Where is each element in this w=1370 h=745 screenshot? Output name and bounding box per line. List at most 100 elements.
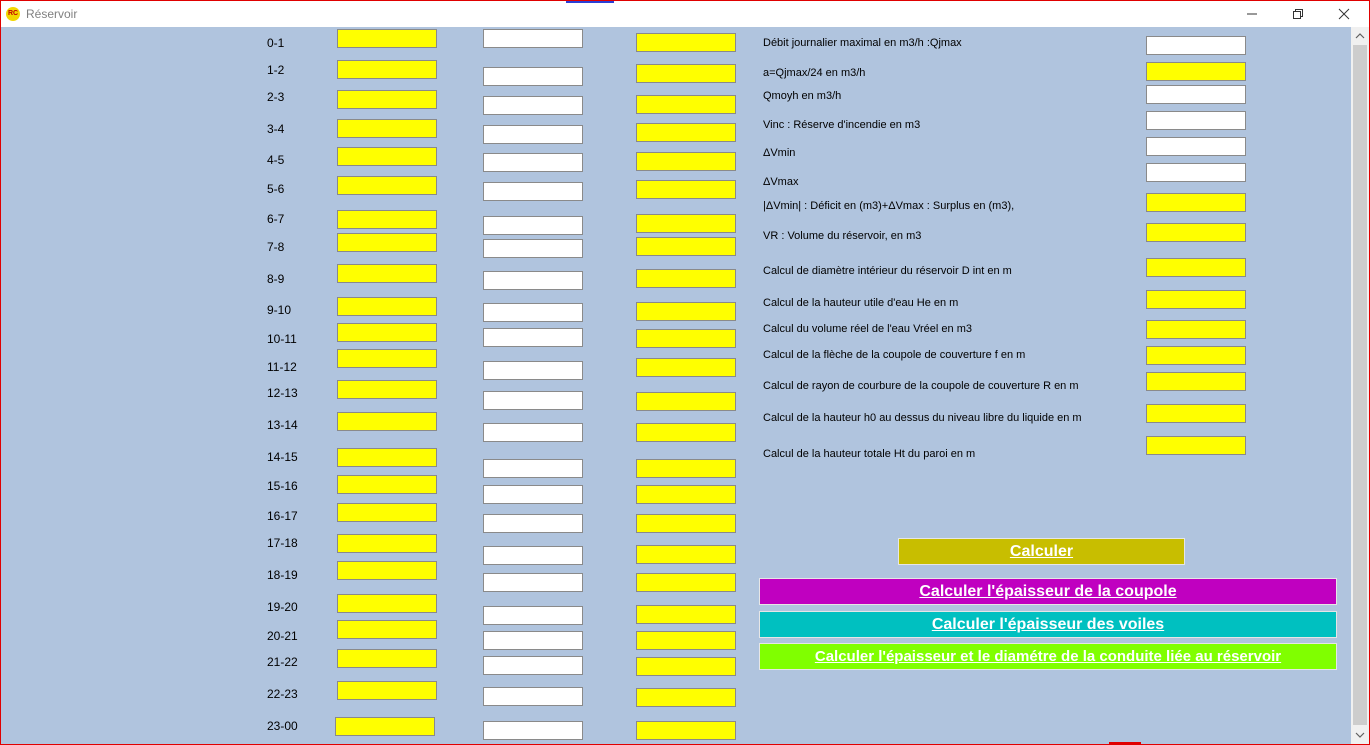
- hour-col3-field[interactable]: [636, 33, 736, 52]
- hour-col2-input[interactable]: [483, 514, 583, 533]
- hour-col1-field[interactable]: [337, 594, 437, 613]
- field-input[interactable]: [1146, 137, 1246, 156]
- hour-col3-field[interactable]: [636, 688, 736, 707]
- hour-col1-field[interactable]: [337, 534, 437, 553]
- hour-col2-input[interactable]: [483, 423, 583, 442]
- hour-col2-input[interactable]: [483, 573, 583, 592]
- hour-col1-field[interactable]: [337, 29, 437, 48]
- hour-col3-field[interactable]: [636, 545, 736, 564]
- hour-col3-field[interactable]: [636, 152, 736, 171]
- hour-col1-field[interactable]: [337, 90, 437, 109]
- hour-col1-field[interactable]: [337, 561, 437, 580]
- hour-col3-field[interactable]: [636, 95, 736, 114]
- field-input[interactable]: [1146, 62, 1246, 81]
- hour-col3-field[interactable]: [636, 485, 736, 504]
- hour-col2-input[interactable]: [483, 67, 583, 86]
- hour-col3-field[interactable]: [636, 180, 736, 199]
- calculer-conduite-button[interactable]: Calculer l'épaisseur et le diamétre de l…: [759, 643, 1337, 670]
- hour-col3-field[interactable]: [636, 392, 736, 411]
- hour-col3-field[interactable]: [636, 214, 736, 233]
- hour-col3-field[interactable]: [636, 573, 736, 592]
- hour-col1-field[interactable]: [337, 681, 437, 700]
- hour-col1-field[interactable]: [337, 297, 437, 316]
- hour-col3-field[interactable]: [636, 64, 736, 83]
- hour-col1-field[interactable]: [337, 60, 437, 79]
- hour-col1-field[interactable]: [337, 503, 437, 522]
- field-input[interactable]: [1146, 111, 1246, 130]
- hour-col3-field[interactable]: [636, 329, 736, 348]
- hour-col2-input[interactable]: [483, 303, 583, 322]
- field-input[interactable]: [1146, 85, 1246, 104]
- hour-col3-field[interactable]: [636, 123, 736, 142]
- field-input[interactable]: [1146, 36, 1246, 55]
- hour-col1-field[interactable]: [337, 475, 437, 494]
- hour-col1-field[interactable]: [337, 620, 437, 639]
- field-input[interactable]: [1146, 258, 1246, 277]
- field-input[interactable]: [1146, 372, 1246, 391]
- hour-col2-input[interactable]: [483, 361, 583, 380]
- vertical-scrollbar[interactable]: [1351, 27, 1369, 744]
- hour-col1-field[interactable]: [337, 210, 437, 229]
- hour-col1-field[interactable]: [337, 119, 437, 138]
- field-input[interactable]: [1146, 163, 1246, 182]
- hour-col3-field[interactable]: [636, 721, 736, 740]
- calculer-voiles-button[interactable]: Calculer l'épaisseur des voiles: [759, 611, 1337, 638]
- hour-col2-input[interactable]: [483, 391, 583, 410]
- hour-col3-field[interactable]: [636, 514, 736, 533]
- restore-button[interactable]: [1275, 1, 1321, 27]
- hour-col1-field[interactable]: [337, 380, 437, 399]
- hour-col1-field[interactable]: [337, 147, 437, 166]
- hour-col2-input[interactable]: [483, 125, 583, 144]
- hour-col3-field[interactable]: [636, 237, 736, 256]
- hour-col3-field[interactable]: [636, 631, 736, 650]
- hour-col2-input[interactable]: [483, 96, 583, 115]
- hour-col1-field[interactable]: [337, 349, 437, 368]
- field-label: VR : Volume du réservoir, en m3: [763, 230, 922, 242]
- field-input[interactable]: [1146, 223, 1246, 242]
- minimize-button[interactable]: [1229, 1, 1275, 27]
- hour-col2-input[interactable]: [483, 546, 583, 565]
- field-input[interactable]: [1146, 320, 1246, 339]
- field-input[interactable]: [1146, 404, 1246, 423]
- hour-label: 0-1: [267, 36, 285, 50]
- hour-col2-input[interactable]: [483, 271, 583, 290]
- hour-col1-field[interactable]: [337, 649, 437, 668]
- hour-col2-input[interactable]: [483, 606, 583, 625]
- hour-col1-field[interactable]: [337, 176, 437, 195]
- hour-col2-input[interactable]: [483, 656, 583, 675]
- field-input[interactable]: [1146, 193, 1246, 212]
- field-input[interactable]: [1146, 346, 1246, 365]
- calculer-button[interactable]: Calculer: [898, 538, 1185, 565]
- hour-col3-field[interactable]: [636, 423, 736, 442]
- hour-col2-input[interactable]: [483, 687, 583, 706]
- hour-col3-field[interactable]: [636, 358, 736, 377]
- hour-col2-input[interactable]: [483, 29, 583, 48]
- hour-col3-field[interactable]: [636, 269, 736, 288]
- hour-col3-field[interactable]: [636, 302, 736, 321]
- hour-col2-input[interactable]: [483, 239, 583, 258]
- hour-col2-input[interactable]: [483, 216, 583, 235]
- hour-col3-field[interactable]: [636, 657, 736, 676]
- scrollbar-thumb[interactable]: [1353, 45, 1367, 725]
- hour-col3-field[interactable]: [636, 459, 736, 478]
- hour-col2-input[interactable]: [483, 459, 583, 478]
- hour-col2-input[interactable]: [483, 631, 583, 650]
- field-input[interactable]: [1146, 290, 1246, 309]
- hour-col2-input[interactable]: [483, 182, 583, 201]
- hour-col1-field[interactable]: [335, 717, 435, 736]
- close-button[interactable]: [1321, 1, 1367, 27]
- hour-col1-field[interactable]: [337, 448, 437, 467]
- scroll-down-icon[interactable]: [1355, 731, 1365, 739]
- hour-col2-input[interactable]: [483, 721, 583, 740]
- hour-col1-field[interactable]: [337, 233, 437, 252]
- hour-col2-input[interactable]: [483, 485, 583, 504]
- calculer-coupole-button[interactable]: Calculer l'épaisseur de la coupole: [759, 578, 1337, 605]
- hour-col2-input[interactable]: [483, 328, 583, 347]
- field-input[interactable]: [1146, 436, 1246, 455]
- hour-col2-input[interactable]: [483, 153, 583, 172]
- scroll-up-icon[interactable]: [1355, 32, 1365, 40]
- hour-col1-field[interactable]: [337, 412, 437, 431]
- hour-col1-field[interactable]: [337, 264, 437, 283]
- hour-col3-field[interactable]: [636, 605, 736, 624]
- hour-col1-field[interactable]: [337, 323, 437, 342]
